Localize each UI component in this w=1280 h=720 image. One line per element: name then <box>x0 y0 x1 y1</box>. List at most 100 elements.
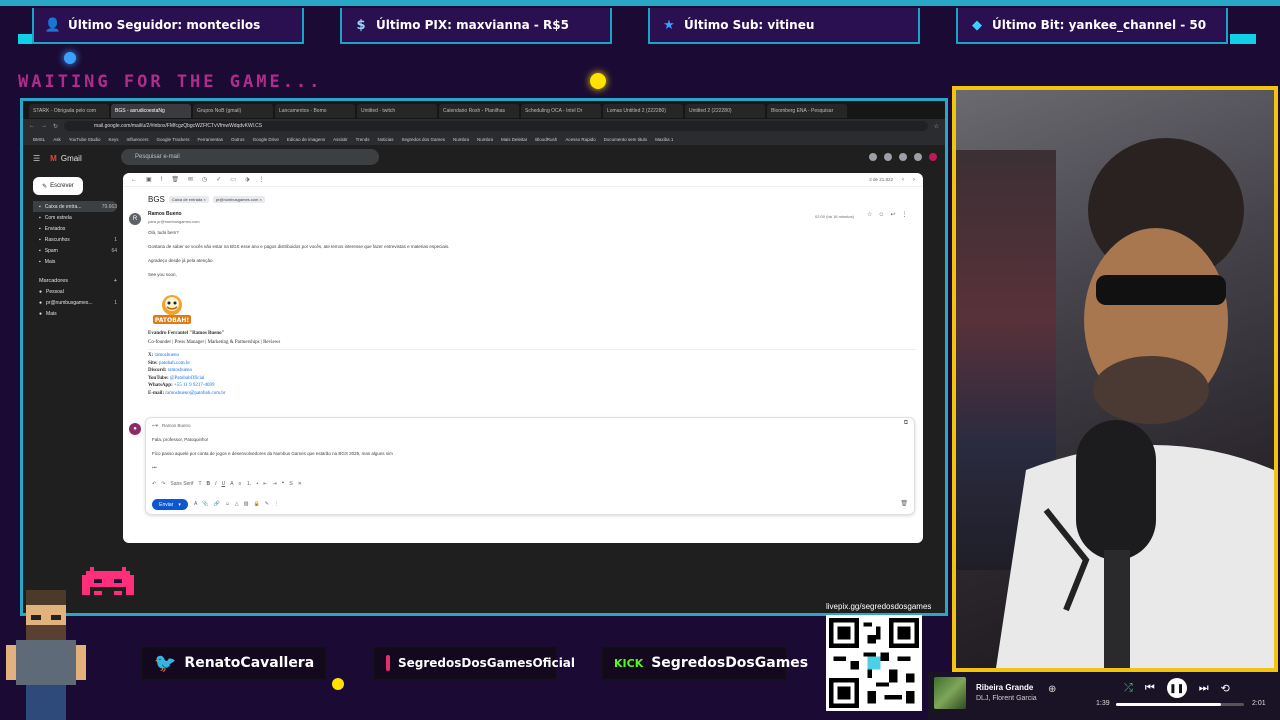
bookmark-item[interactable]: BloodRush <box>535 137 557 142</box>
prev-icon[interactable]: ‹ <box>902 177 904 183</box>
gmail-logo[interactable]: M Gmail <box>50 154 82 163</box>
archive-icon[interactable]: ▣ <box>146 176 152 183</box>
add-icon[interactable]: ⊕ <box>1048 684 1056 695</box>
emoji-icon[interactable]: ☺ <box>225 501 230 507</box>
reply-recipient[interactable]: ↩▾ Ramos Bueno <box>152 422 191 430</box>
drive-icon[interactable]: △ <box>235 501 239 507</box>
text-color-icon[interactable]: A <box>230 481 233 487</box>
send-button[interactable]: Enviar ▾ <box>152 499 188 510</box>
bookmark-item[interactable]: Numbra <box>453 137 469 142</box>
gemini-icon[interactable] <box>899 153 907 161</box>
delete-icon[interactable]: 🗑 <box>171 176 179 183</box>
previous-icon[interactable]: ⏮ <box>1145 682 1155 695</box>
italic-icon[interactable]: I <box>215 481 216 487</box>
browser-tab[interactable]: Lancamentos - Bomo <box>275 104 355 118</box>
account-avatar[interactable] <box>929 153 937 161</box>
photo-icon[interactable]: ▨ <box>244 501 249 507</box>
browser-tab[interactable]: Calendario Rosh - Planilhas <box>439 104 519 118</box>
bookmark-item[interactable]: Numbra <box>477 137 493 142</box>
popout-icon[interactable]: ⧉ <box>904 420 908 427</box>
bookmark-star-icon[interactable]: ☆ <box>934 123 939 130</box>
more-icon[interactable]: ⋮ <box>902 212 908 220</box>
browser-tab[interactable]: Grupos NoB (gmail) <box>193 104 273 118</box>
browser-tab[interactable]: Untitled - twitch <box>357 104 437 118</box>
label-item[interactable]: ● pr@numbusgames... 1 <box>33 297 117 308</box>
quote-icon[interactable]: ❝ <box>282 481 285 487</box>
signature-link[interactable]: @PatobahOficial <box>170 376 205 381</box>
bulleted-list-icon[interactable]: • <box>256 481 258 487</box>
strikethrough-icon[interactable]: S <box>289 481 292 487</box>
signature-link[interactable]: +55 11 9 9217-4699 <box>174 383 215 388</box>
forward-icon[interactable]: → <box>41 123 47 129</box>
signature-link[interactable]: ramosbueno <box>168 368 192 373</box>
bold-icon[interactable]: B <box>207 481 211 487</box>
attach-icon[interactable]: 📎 <box>202 501 208 507</box>
signature-icon[interactable]: ✎ <box>265 501 269 507</box>
underline-icon[interactable]: U <box>222 481 226 487</box>
star-icon[interactable]: ☆ <box>867 212 872 220</box>
bookmark-item[interactable]: Edicao de imagens <box>287 137 325 142</box>
browser-tab[interactable]: Untitled 2 (222280) <box>685 104 765 118</box>
sidebar-item[interactable]: ▪ Spam 64 <box>33 245 117 256</box>
browser-tab[interactable]: Lomas Untitled 2 (222280) <box>603 104 683 118</box>
bookmark-item[interactable]: YouTube Studio <box>69 137 101 142</box>
label-chip-pr[interactable]: pr@numbusgames.com × <box>212 196 265 203</box>
mark-unread-icon[interactable]: ✉ <box>188 176 193 183</box>
browser-tab[interactable]: Scheduling OCA - Intel Dr <box>521 104 601 118</box>
redo-icon[interactable]: ↷ <box>161 481 165 487</box>
add-label-icon[interactable]: + <box>114 278 117 284</box>
bookmark-item[interactable]: Acesso Rapido <box>565 137 595 142</box>
next-icon[interactable]: › <box>913 177 915 183</box>
sender-email[interactable]: para pr@numbusgames.com <box>148 218 200 226</box>
bookmark-item[interactable]: Google Trackers <box>157 137 190 142</box>
pause-button[interactable]: ❚❚ <box>1166 678 1187 698</box>
bookmark-item[interactable]: Ferramentas <box>198 137 224 142</box>
label-chip-inbox[interactable]: Caixa de entrada × <box>168 196 209 203</box>
reply-line-1[interactable]: Fala, professor, Patoquinho! <box>152 436 208 444</box>
signature-link[interactable]: ramosbueno@patobah.com.br <box>165 391 225 396</box>
reply-icon[interactable]: ↩ <box>891 212 896 220</box>
bookmark-item[interactable]: Trends <box>356 137 370 142</box>
more-icon[interactable]: ⋮ <box>259 176 265 183</box>
chevron-down-icon[interactable]: ▾ <box>178 502 181 508</box>
reply-composer[interactable]: ↩▾ Ramos Bueno ⧉ Fala, professor, Patoqu… <box>145 417 915 515</box>
lock-icon[interactable]: 🔒 <box>254 501 260 507</box>
indent-more-icon[interactable]: ⇥ <box>272 481 276 487</box>
bookmark-item[interactable]: Segredos dos Games <box>401 137 445 142</box>
bookmark-item[interactable]: Assistir <box>333 137 348 142</box>
sidebar-item[interactable]: ▪ Mais <box>33 256 117 267</box>
progress-bar[interactable] <box>1116 703 1244 706</box>
link-icon[interactable]: 🔗 <box>214 501 220 507</box>
bookmark-item[interactable]: Mais Deleitar <box>501 137 527 142</box>
browser-tab[interactable]: STARK - Obrigada pelo com <box>29 104 109 118</box>
sidebar-item[interactable]: ▪ Enviados <box>33 223 117 234</box>
snooze-icon[interactable]: ◷ <box>202 176 207 183</box>
label-item[interactable]: ● Mais <box>33 308 117 319</box>
report-spam-icon[interactable]: ! <box>161 177 163 183</box>
url-input[interactable]: mail.google.com/mail/u/2/#inbox/FMfcgzQb… <box>64 121 928 131</box>
apps-icon[interactable] <box>914 153 922 161</box>
label-item[interactable]: ● Pessoal <box>33 286 117 297</box>
bookmark-item[interactable]: Google Drive <box>253 137 279 142</box>
numbered-list-icon[interactable]: ⒈ <box>246 480 251 487</box>
reply-type-icon[interactable]: ↩▾ <box>152 422 158 430</box>
shuffle-icon[interactable]: ⤮ <box>1124 682 1133 695</box>
indent-less-icon[interactable]: ⇤ <box>263 481 267 487</box>
browser-tab[interactable]: BGS - asrudicoestaNg <box>111 104 191 118</box>
repeat-icon[interactable]: ⟲ <box>1221 682 1230 695</box>
bookmark-item[interactable]: Outros <box>231 137 245 142</box>
sidebar-item[interactable]: ▪ Rascunhos 1 <box>33 234 117 245</box>
bookmark-item[interactable]: Ask <box>53 137 61 142</box>
bookmark-item[interactable]: BMSL <box>33 137 45 142</box>
signature-link[interactable]: patobah.com.br <box>159 361 190 366</box>
search-input[interactable]: Pesquisar e-mail <box>121 149 379 165</box>
menu-icon[interactable]: ☰ <box>33 154 40 163</box>
signature-link[interactable]: ramosbueno <box>155 353 179 358</box>
bookmark-item[interactable]: Keys <box>108 137 118 142</box>
browser-tab[interactable]: Bloomberg ENA - Pesquisar <box>767 104 847 118</box>
sidebar-item[interactable]: ▪ Caixa de entra... 79.663 <box>33 201 117 212</box>
formatting-options-icon[interactable]: A <box>194 501 197 507</box>
bookmark-item[interactable]: Maxiba 1 <box>655 137 673 142</box>
compose-button[interactable]: ✎ Escrever <box>33 177 83 195</box>
bookmark-item[interactable]: Influencers <box>127 137 149 142</box>
